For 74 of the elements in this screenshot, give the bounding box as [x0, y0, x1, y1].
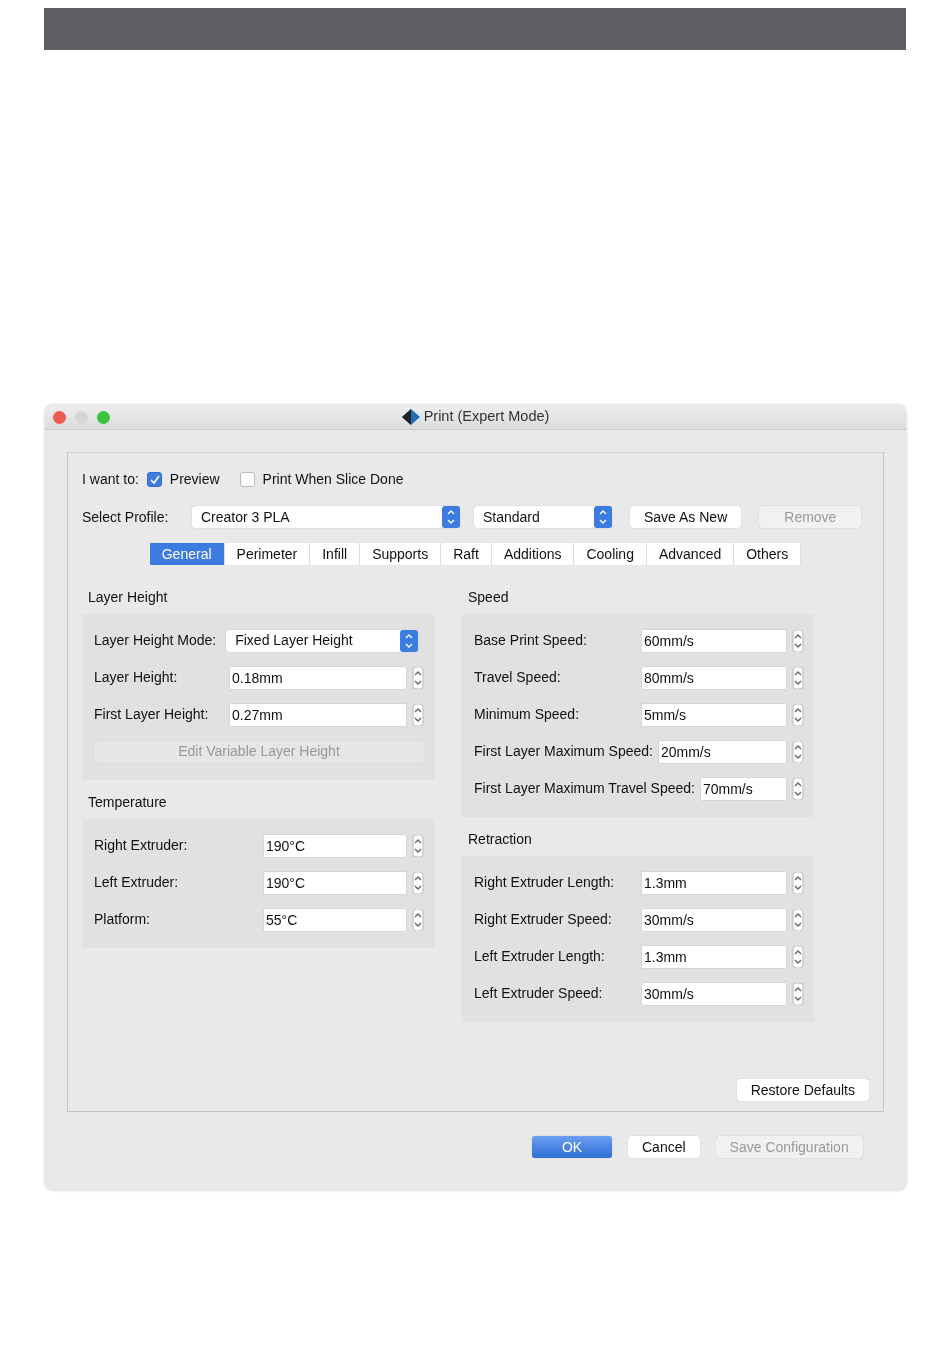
text-field[interactable]: 0.27mm	[230, 703, 406, 726]
text-field[interactable]: 55°C	[264, 908, 406, 931]
tab[interactable]: Others	[734, 543, 802, 565]
section-title: Retraction	[468, 830, 533, 849]
stepper-icon[interactable]	[792, 982, 804, 1005]
stepper-icon[interactable]	[792, 908, 804, 931]
tab[interactable]: General	[149, 543, 225, 565]
tab[interactable]: Cooling	[574, 543, 647, 565]
text-field[interactable]: 190°C	[264, 834, 406, 857]
field-label: Right Extruder Speed:	[474, 910, 613, 929]
restore-defaults-button[interactable]: Restore Defaults	[736, 1079, 869, 1101]
tab[interactable]: Perimeter	[224, 543, 311, 565]
text-field[interactable]: 60mm/s	[642, 629, 786, 652]
text-field[interactable]: 20mm/s	[658, 740, 786, 763]
field-label: First Layer Maximum Travel Speed:	[474, 779, 696, 798]
cancel-button[interactable]: Cancel	[628, 1136, 700, 1158]
stepper-icon[interactable]	[412, 666, 424, 689]
field-label: Right Extruder:	[94, 836, 189, 855]
text-field[interactable]: 30mm/s	[642, 908, 786, 931]
checkbox[interactable]	[239, 472, 255, 487]
field-label: First Layer Maximum Speed:	[474, 742, 654, 761]
close-icon[interactable]	[53, 411, 66, 424]
stepper-icon[interactable]	[792, 703, 804, 726]
stepper-icon[interactable]	[594, 506, 612, 528]
mode-dropdown[interactable]: Fixed Layer Height	[226, 629, 419, 652]
field-label: Layer Height Mode:	[94, 631, 217, 650]
field-label: Left Extruder Speed:	[474, 984, 604, 1003]
text-field[interactable]: 70mm/s	[700, 777, 786, 800]
field-label: Right Extruder Length:	[474, 873, 616, 892]
text-field[interactable]: 0.18mm	[230, 666, 406, 689]
text-field[interactable]: 5mm/s	[642, 703, 786, 726]
profile-label: Select Profile:	[82, 507, 170, 527]
text-field[interactable]: 80mm/s	[642, 666, 786, 689]
profile-dropdown[interactable]: Creator 3 PLA	[192, 506, 460, 528]
tab[interactable]: Infill	[310, 543, 361, 565]
field-label: Left Extruder:	[94, 873, 180, 892]
tab[interactable]: Supports	[360, 543, 442, 565]
stepper-icon[interactable]	[442, 506, 460, 528]
text-field[interactable]: 1.3mm	[642, 871, 786, 894]
quality-dropdown[interactable]: Standard	[474, 506, 612, 528]
field-label: Platform:	[94, 910, 151, 929]
stepper-icon[interactable]	[792, 945, 804, 968]
checkbox-label[interactable]: Preview	[169, 469, 220, 490]
stepper-icon[interactable]	[792, 777, 804, 800]
section-title: Layer Height	[88, 588, 169, 607]
prompt-label: I want to:	[82, 470, 139, 489]
text-field[interactable]: 190°C	[264, 871, 406, 894]
stepper-icon[interactable]	[412, 908, 424, 931]
field-label: First Layer Height:	[94, 705, 210, 724]
field-label: Travel Speed:	[474, 668, 562, 687]
tab[interactable]: Raft	[441, 543, 492, 565]
stepper-icon[interactable]	[792, 740, 804, 763]
text-field[interactable]: 30mm/s	[642, 982, 786, 1005]
stepper-icon[interactable]	[412, 834, 424, 857]
stepper-icon[interactable]	[412, 703, 424, 726]
tab[interactable]: Advanced	[646, 543, 735, 565]
stepper-icon[interactable]	[400, 629, 419, 652]
field-label: Layer Height:	[94, 668, 179, 687]
save-as-new-button[interactable]: Save As New	[630, 506, 742, 528]
stepper-icon[interactable]	[792, 666, 804, 689]
stepper-icon[interactable]	[792, 871, 804, 894]
stepper-icon[interactable]	[412, 871, 424, 894]
stepper-icon[interactable]	[792, 629, 804, 652]
section-title: Speed	[468, 588, 510, 607]
text-field[interactable]: 1.3mm	[642, 945, 786, 968]
diamond-icon	[401, 409, 420, 425]
field-label: Left Extruder Length:	[474, 947, 606, 966]
field-label: Minimum Speed:	[474, 705, 581, 724]
ok-button[interactable]: OK	[532, 1136, 612, 1158]
checkbox-label[interactable]: Print When Slice Done	[262, 469, 404, 490]
field-label: Base Print Speed:	[474, 631, 588, 650]
window-title: Print (Expert Mode)	[423, 407, 550, 427]
tab[interactable]: Additions	[491, 543, 575, 565]
section-title: Temperature	[88, 793, 168, 812]
